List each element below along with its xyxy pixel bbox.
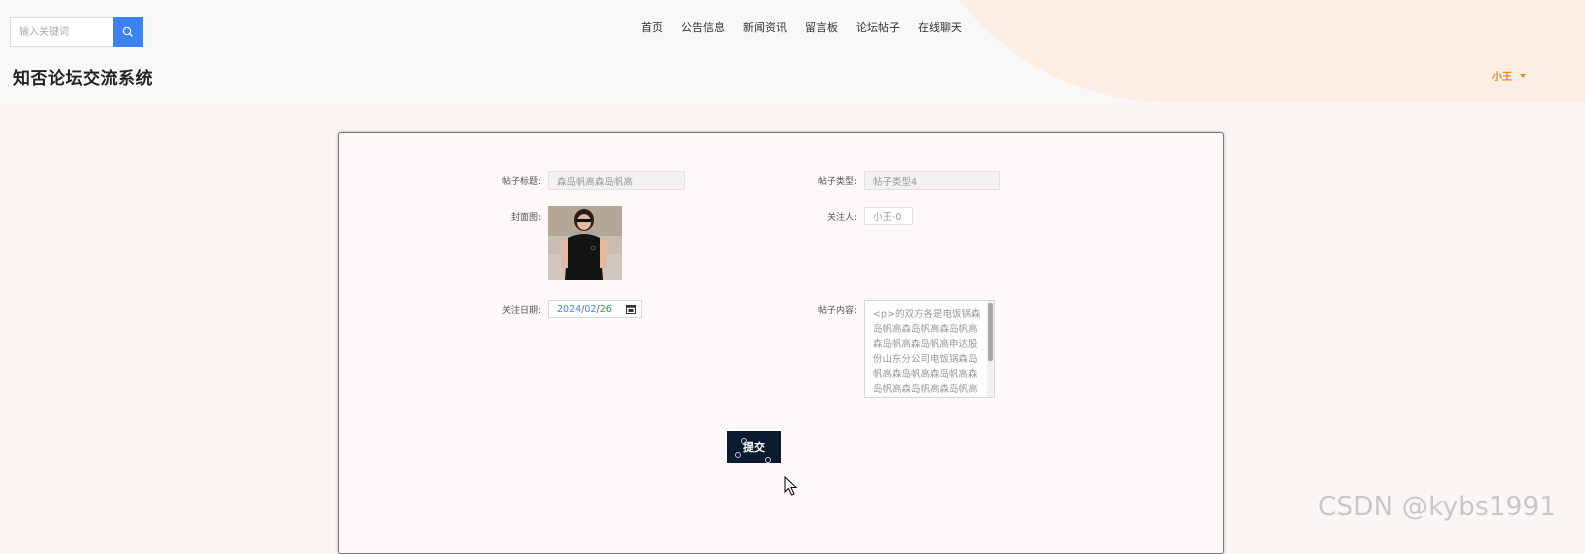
date-label: 关注日期: [501, 306, 541, 316]
search-input[interactable] [10, 17, 113, 47]
content-textarea[interactable]: <p>的双方各是电饭锅森岛帆高森岛帆高森岛帆高森岛帆高森岛帆高申达股份山东分公司… [864, 300, 995, 398]
title-label: 帖子标题: [501, 177, 541, 187]
nav-news[interactable]: 新闻资讯 [743, 21, 787, 35]
nav-message-board[interactable]: 留言板 [805, 21, 838, 35]
search-bar [10, 17, 143, 47]
header: 首页 公告信息 新闻资讯 留言板 论坛帖子 在线聊天 知否论坛交流系统 小王 [0, 0, 1585, 102]
submit-button[interactable]: 提交 [727, 431, 781, 463]
site-title: 知否论坛交流系统 [13, 69, 153, 89]
button-decoration [735, 452, 741, 458]
user-name: 小王 [1492, 72, 1512, 83]
button-decoration [741, 438, 747, 444]
follower-label: 关注人: [826, 213, 857, 223]
post-form-card: 帖子标题: 森岛帆高森岛帆高 帖子类型: 帖子类型4 封面图: 关注人: 小王-… [338, 132, 1224, 554]
date-day: 26 [599, 303, 612, 315]
search-icon [122, 26, 133, 37]
mouse-cursor-icon [784, 476, 798, 496]
nav-announcements[interactable]: 公告信息 [681, 21, 725, 35]
scrollbar-thumb[interactable] [988, 303, 993, 361]
cover-image [548, 206, 622, 280]
nav-forum-posts[interactable]: 论坛帖子 [856, 21, 900, 35]
button-decoration [765, 457, 771, 463]
date-year: 2024 [557, 303, 582, 315]
type-label: 帖子类型: [817, 177, 857, 187]
nav-online-chat[interactable]: 在线聊天 [918, 21, 962, 35]
content-label: 帖子内容: [817, 306, 857, 316]
type-field[interactable]: 帖子类型4 [864, 171, 1000, 190]
textarea-scrollbar[interactable] [987, 301, 994, 397]
search-button[interactable] [113, 17, 143, 47]
content-text: <p>的双方各是电饭锅森岛帆高森岛帆高森岛帆高森岛帆高森岛帆高申达股份山东分公司… [873, 309, 981, 395]
cover-label: 封面图: [510, 213, 541, 223]
user-menu[interactable]: 小王 [1492, 68, 1526, 83]
follower-field[interactable]: 小王-0 [864, 207, 913, 225]
watermark: CSDN @kybs1991 [1318, 492, 1557, 522]
header-decoration [905, 0, 1585, 102]
caret-down-icon [1520, 73, 1526, 78]
main-nav: 首页 公告信息 新闻资讯 留言板 论坛帖子 在线聊天 [641, 21, 962, 35]
date-month: 02 [584, 303, 597, 315]
calendar-icon[interactable] [626, 304, 636, 314]
nav-home[interactable]: 首页 [641, 21, 663, 35]
date-input[interactable]: 2024 / 02 / 26 [548, 300, 642, 318]
title-field[interactable]: 森岛帆高森岛帆高 [548, 171, 685, 190]
